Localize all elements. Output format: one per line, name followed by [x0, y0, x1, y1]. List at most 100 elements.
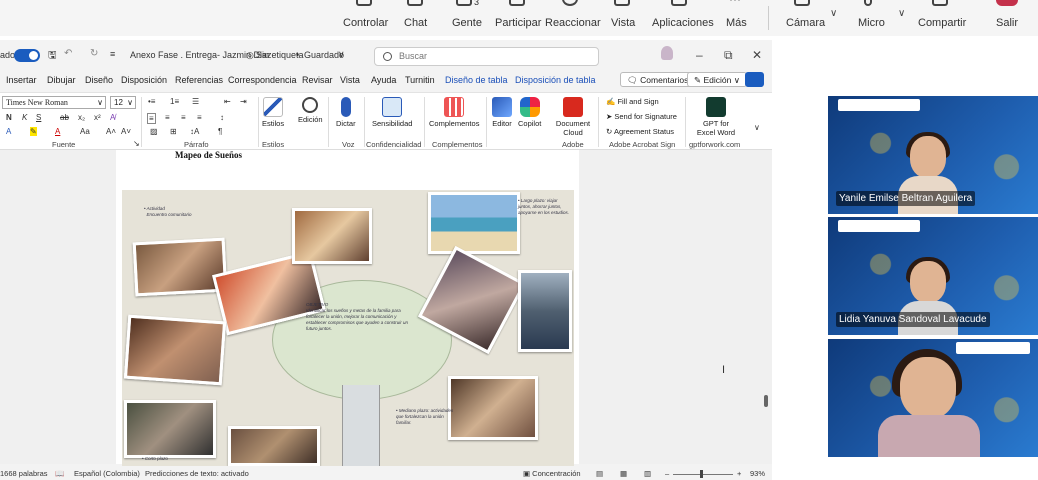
minimize-icon[interactable]: –	[696, 48, 703, 62]
multilevel-list-icon[interactable]: ☰	[192, 97, 199, 106]
vertical-scrollbar[interactable]	[764, 395, 768, 407]
addins-button[interactable]: Complementos	[429, 97, 479, 128]
participant-video-tile[interactable]: Yanile Emilse Beltran Aguilera	[828, 96, 1038, 214]
user-avatar-icon[interactable]	[661, 46, 673, 60]
zoom-level[interactable]: 93%	[750, 469, 765, 478]
align-left-icon[interactable]: ≡	[147, 113, 156, 124]
text-predictions-status[interactable]: Predicciones de texto: activado	[145, 469, 249, 478]
editor-button[interactable]: Editor	[492, 97, 512, 128]
highlight-icon[interactable]: ✎	[30, 127, 37, 136]
change-case-icon[interactable]: Aa	[80, 127, 90, 136]
autosave-toggle[interactable]	[14, 49, 40, 62]
font-size-select[interactable]: 12 ∨	[110, 96, 136, 109]
restore-icon[interactable]: ⧉	[724, 48, 733, 63]
grow-font-icon[interactable]: A˄	[106, 127, 116, 136]
copilot-button[interactable]: Copilot	[518, 97, 541, 128]
document-cloud-button[interactable]: Document Cloud	[554, 97, 592, 137]
clear-format-icon[interactable]: A̸	[110, 113, 115, 122]
proofing-icon[interactable]: 📖	[55, 469, 64, 478]
bold-icon[interactable]: N	[6, 113, 12, 122]
web-layout-icon[interactable]: ▥	[644, 469, 651, 478]
tab-disposicion-de-tabla[interactable]: Disposición de tabla	[515, 75, 596, 85]
sensitivity-button[interactable]: Sensibilidad	[372, 97, 412, 128]
show-marks-icon[interactable]: ¶	[218, 127, 222, 136]
leave-button[interactable]: Salir	[996, 0, 1018, 36]
camera-button[interactable]: Cámara	[786, 0, 825, 36]
view-button[interactable]: Vista	[611, 0, 635, 36]
editing-mode-button[interactable]: ✎ Edición ∨	[687, 72, 747, 87]
zoom-out-icon[interactable]: –	[665, 469, 669, 478]
send-for-signature-button[interactable]: ➤ Send for Signature	[606, 112, 677, 121]
document-page[interactable]: Mapeo de Sueños • Actividad Encuentro co…	[116, 150, 579, 470]
underline-icon[interactable]: S	[36, 113, 41, 122]
gpt-for-excel-word-button[interactable]: GPT for Excel Word	[694, 97, 738, 137]
share-screen-button[interactable]: Compartir	[918, 0, 966, 36]
borders-icon[interactable]: ⊞	[170, 127, 177, 136]
decrease-indent-icon[interactable]: ⇤	[224, 97, 231, 106]
quick-access-more-icon[interactable]: ≡	[110, 49, 115, 59]
tab-turnitin[interactable]: Turnitin	[405, 75, 435, 85]
zoom-slider-thumb[interactable]	[700, 470, 703, 478]
tab-vista[interactable]: Vista	[340, 75, 360, 85]
numbering-icon[interactable]: 1≡	[170, 97, 179, 106]
share-icon[interactable]	[745, 72, 764, 87]
apps-button[interactable]: Aplicaciones	[652, 0, 714, 36]
align-right-icon[interactable]: ≡	[181, 113, 186, 122]
focus-mode-button[interactable]: ▣ Concentración	[523, 469, 581, 478]
tab-diseno[interactable]: Diseño	[85, 75, 113, 85]
undo-icon[interactable]: ↶	[64, 48, 72, 59]
tab-referencias[interactable]: Referencias	[175, 75, 223, 85]
tab-correspondencia[interactable]: Correspondencia	[228, 75, 297, 85]
font-name-select[interactable]: Times New Roman ∨	[2, 96, 106, 109]
agreement-status-button[interactable]: ↻ Agreement Status	[606, 127, 674, 136]
redo-icon[interactable]: ↻	[90, 48, 98, 59]
tab-dibujar[interactable]: Dibujar	[47, 75, 76, 85]
chat-button[interactable]: Chat	[404, 0, 427, 36]
line-spacing-icon[interactable]: ↕	[220, 113, 224, 122]
document-canvas[interactable]: Mapeo de Sueños • Actividad Encuentro co…	[0, 150, 772, 470]
more-button[interactable]: ··· Más	[726, 0, 747, 36]
tab-insertar[interactable]: Insertar	[6, 75, 37, 85]
strikethrough-icon[interactable]: ab	[60, 113, 69, 122]
fill-and-sign-button[interactable]: ✍ Fill and Sign	[606, 97, 659, 106]
tab-ayuda[interactable]: Ayuda	[371, 75, 396, 85]
mic-button[interactable]: Micro	[858, 0, 885, 36]
font-dialog-launcher-icon[interactable]: ↘	[133, 139, 140, 148]
participant-video-tile[interactable]: Lidia Yanuva Sandoval Lavacude	[828, 217, 1038, 335]
save-icon[interactable]: 🖫	[48, 48, 57, 65]
react-button[interactable]: Reaccionar	[545, 0, 601, 36]
editing-button[interactable]: Edición	[298, 97, 323, 124]
join-button[interactable]: Participar	[495, 0, 541, 36]
comments-button[interactable]: 🗨 Comentarios	[620, 72, 696, 87]
superscript-icon[interactable]: x²	[94, 113, 101, 122]
search-box[interactable]: Buscar	[374, 47, 599, 66]
control-button[interactable]: Controlar	[343, 0, 388, 36]
zoom-slider[interactable]	[673, 474, 733, 475]
dictate-button[interactable]: Dictar	[336, 97, 356, 128]
tab-disposicion[interactable]: Disposición	[121, 75, 167, 85]
justify-icon[interactable]: ≡	[197, 113, 202, 122]
ribbon-collapse-chevron-icon[interactable]: ∨	[754, 123, 760, 132]
styles-button[interactable]: Estilos	[262, 97, 284, 128]
print-layout-icon[interactable]: ▦	[620, 469, 627, 478]
mic-options-chevron-icon[interactable]: ∨	[898, 8, 905, 19]
increase-indent-icon[interactable]: ⇥	[240, 97, 247, 106]
italic-icon[interactable]: K	[22, 113, 27, 122]
shading-icon[interactable]: ▨	[150, 127, 158, 136]
save-state-chevron-icon[interactable]: ∨	[338, 49, 345, 60]
camera-options-chevron-icon[interactable]: ∨	[830, 8, 837, 19]
align-center-icon[interactable]: ≡	[165, 113, 170, 122]
zoom-in-icon[interactable]: +	[737, 469, 741, 478]
tab-revisar[interactable]: Revisar	[302, 75, 333, 85]
subscript-icon[interactable]: x₂	[78, 113, 85, 122]
shrink-font-icon[interactable]: A˅	[121, 127, 131, 136]
sort-icon[interactable]: ↕A	[190, 127, 199, 136]
language-status[interactable]: Español (Colombia)	[74, 469, 140, 478]
read-mode-icon[interactable]: ▤	[596, 469, 603, 478]
word-count[interactable]: 1668 palabras	[0, 469, 48, 478]
text-effects-icon[interactable]: A	[6, 127, 11, 136]
participant-video-tile[interactable]	[828, 339, 1038, 457]
tab-diseno-de-tabla[interactable]: Diseño de tabla	[445, 75, 508, 85]
font-color-icon[interactable]: A	[55, 127, 60, 136]
close-icon[interactable]: ✕	[752, 48, 762, 62]
